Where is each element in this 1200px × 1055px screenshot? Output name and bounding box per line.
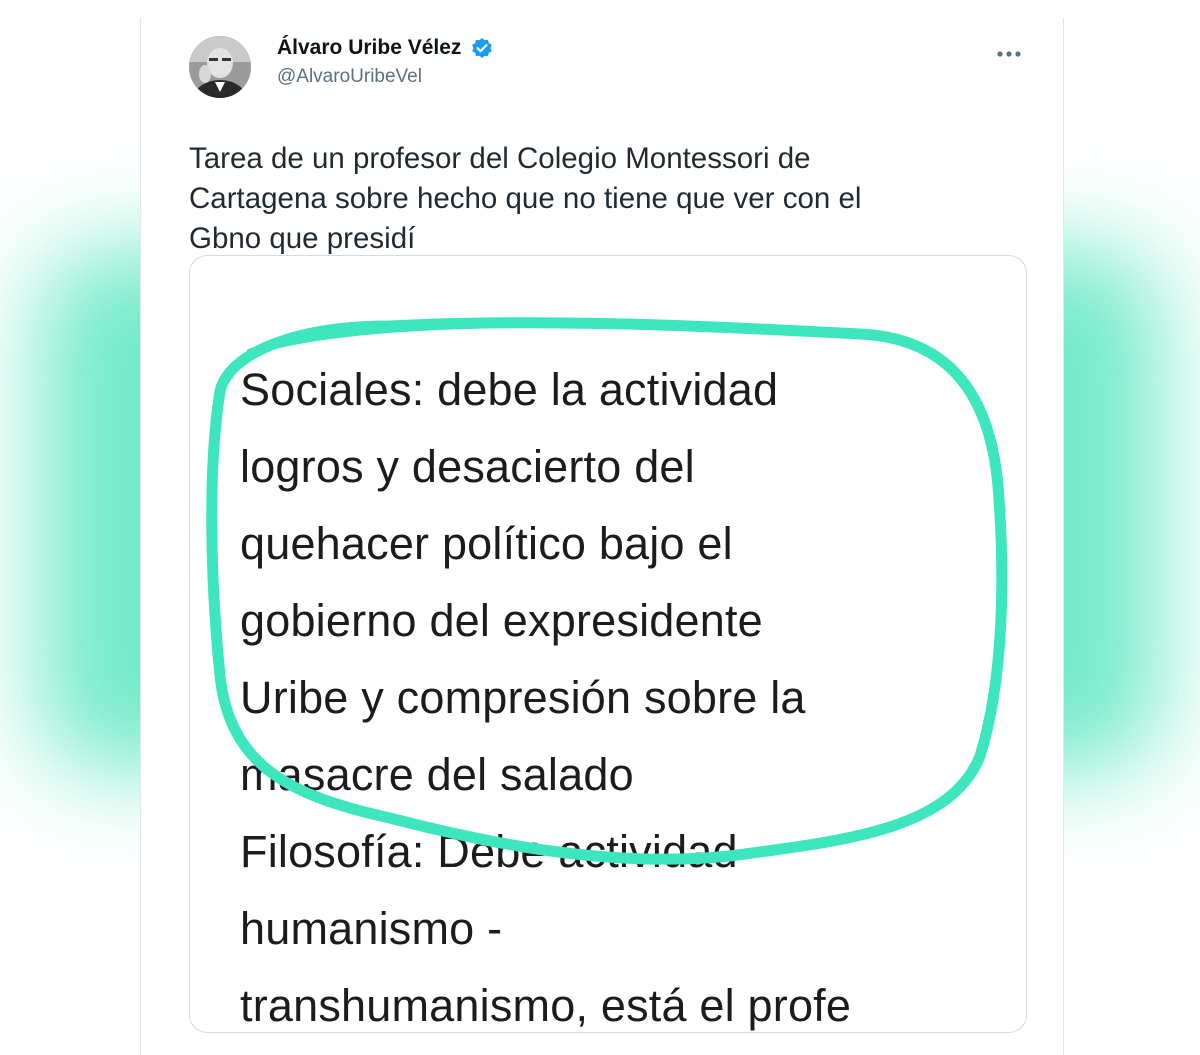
homework-line: Filosofía: Debe actividad [240, 826, 738, 877]
homework-text: Sociales: debe la actividad logros y des… [240, 351, 852, 1032]
tweet-text: Tarea de un profesor del Colegio Montess… [189, 139, 1009, 259]
tweet-text-line: Cartagena sobre hecho que no tiene que v… [189, 182, 862, 215]
homework-line: transhumanismo, está el profe [240, 980, 852, 1031]
tweet-media-image[interactable]: Sociales: debe la actividad logros y des… [189, 255, 1027, 1033]
avatar-photo-icon [189, 36, 251, 98]
homework-line: quehacer político bajo el [240, 518, 733, 569]
author-info: Álvaro Uribe Vélez @AlvaroUribeVel [277, 36, 493, 88]
author-avatar[interactable] [189, 36, 251, 98]
verified-badge-icon [471, 37, 493, 59]
homework-line: humanismo - [240, 903, 503, 954]
tweet-card[interactable]: Álvaro Uribe Vélez @AlvaroUribeVel Tarea… [140, 18, 1064, 1055]
homework-line: logros y desacierto del [240, 441, 695, 492]
screenshot-backdrop: Álvaro Uribe Vélez @AlvaroUribeVel Tarea… [0, 0, 1200, 1055]
tweet-text-line: Tarea de un profesor del Colegio Montess… [189, 142, 811, 175]
homework-line: gobierno del expresidente [240, 595, 763, 646]
more-options-button[interactable] [989, 34, 1029, 74]
tweet-text-line: Gbno que presidí [189, 222, 416, 255]
more-options-icon [997, 51, 1021, 57]
author-handle[interactable]: @AlvaroUribeVel [277, 66, 493, 88]
homework-line: Uribe y compresión sobre la [240, 672, 806, 723]
homework-line: Sociales: debe la actividad [240, 364, 779, 415]
author-name[interactable]: Álvaro Uribe Vélez [277, 36, 461, 60]
homework-line: masacre del salado [240, 749, 634, 800]
tweet-header: Álvaro Uribe Vélez @AlvaroUribeVel [189, 30, 1029, 100]
